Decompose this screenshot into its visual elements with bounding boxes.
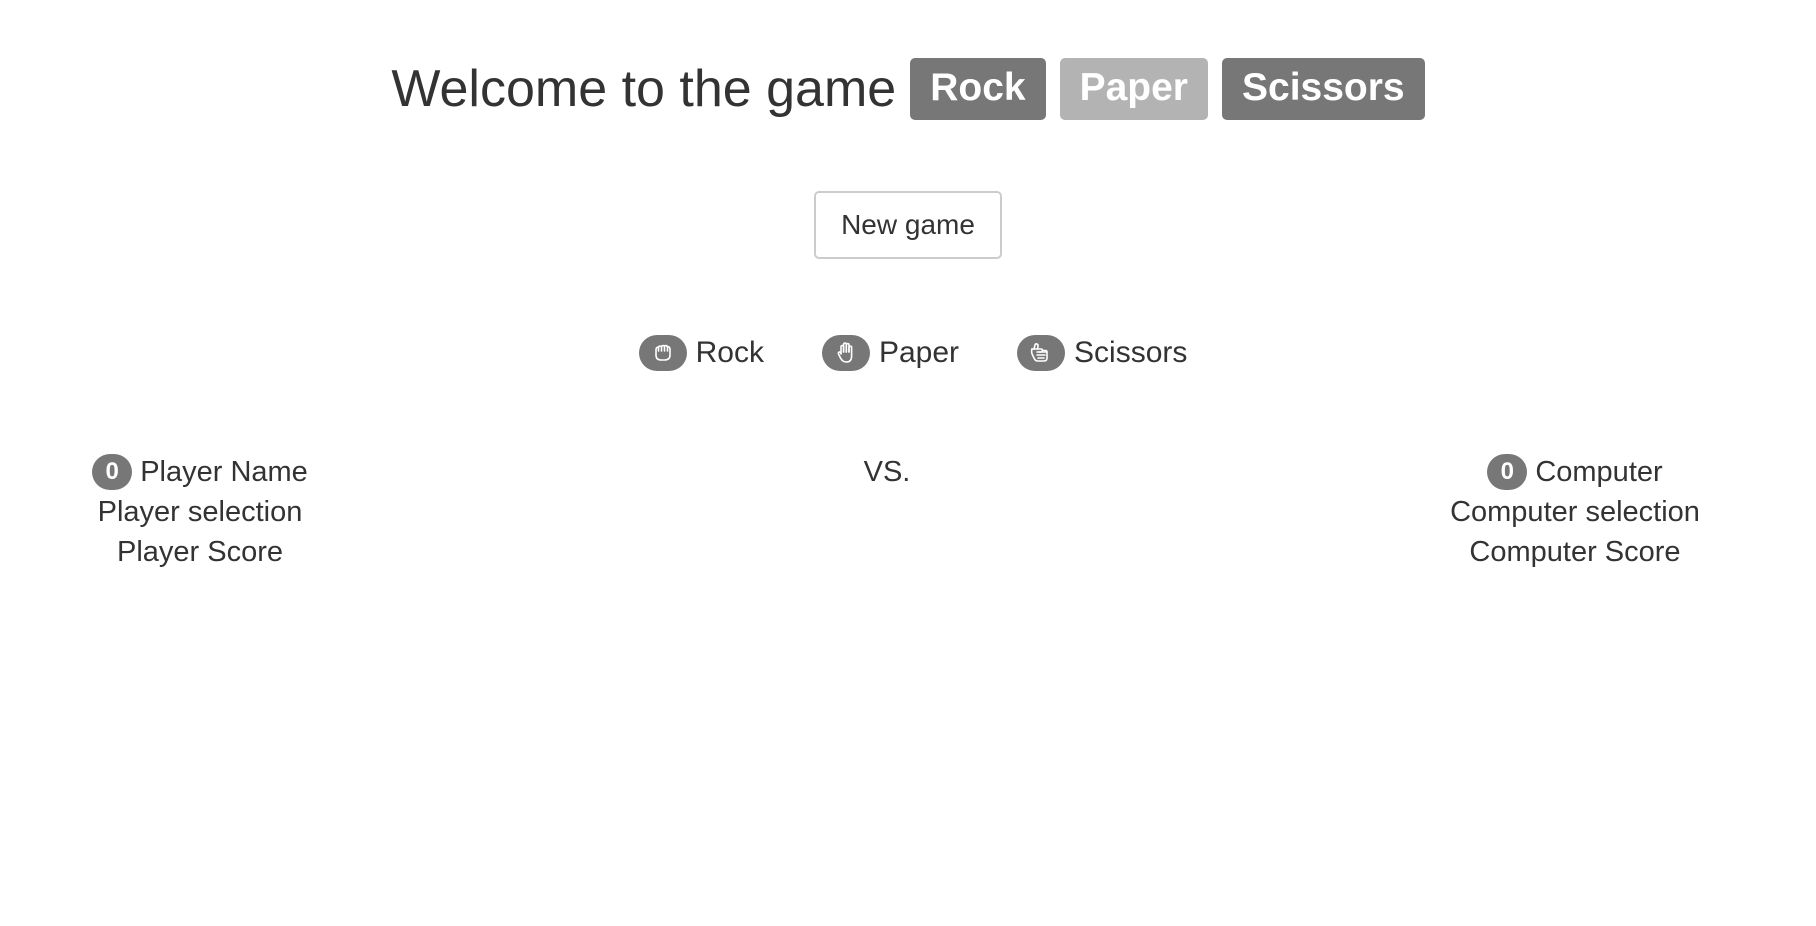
scissors-label: Scissors bbox=[1074, 336, 1188, 369]
new-game-button[interactable]: New game bbox=[814, 191, 1002, 259]
player-score-label: Player Score bbox=[116, 536, 283, 568]
page-header: Welcome to the game Rock Paper Scissors bbox=[0, 58, 1816, 120]
scissors-badge: Scissors bbox=[1222, 58, 1425, 120]
computer-name-row: 0 Computer bbox=[1440, 452, 1710, 492]
rock-label: Rock bbox=[695, 336, 764, 369]
paper-label: Paper bbox=[878, 336, 960, 369]
computer-score-label: Computer Score bbox=[1469, 536, 1681, 568]
scissors-button[interactable]: Scissors bbox=[1017, 335, 1187, 371]
open-hand-icon bbox=[821, 335, 870, 371]
rock-button[interactable]: Rock bbox=[638, 335, 764, 371]
fist-icon bbox=[638, 335, 687, 371]
rock-badge: Rock bbox=[910, 58, 1046, 120]
computer-panel: 0 Computer Computer selection Computer S… bbox=[1440, 452, 1710, 572]
page-title: Welcome to the game bbox=[391, 60, 897, 118]
new-game-container: New game bbox=[0, 191, 1816, 259]
scissors-hand-icon bbox=[1017, 335, 1066, 371]
game-page: Welcome to the game Rock Paper Scissors … bbox=[0, 0, 1816, 926]
computer-selection: Computer selection bbox=[1450, 496, 1700, 528]
choice-buttons: Rock Paper Scissors bbox=[0, 335, 1816, 371]
computer-name: Computer bbox=[1535, 456, 1663, 488]
player-selection: Player selection bbox=[97, 496, 303, 528]
paper-badge: Paper bbox=[1059, 58, 1208, 120]
computer-score-badge: 0 bbox=[1487, 454, 1528, 490]
paper-button[interactable]: Paper bbox=[821, 335, 960, 371]
